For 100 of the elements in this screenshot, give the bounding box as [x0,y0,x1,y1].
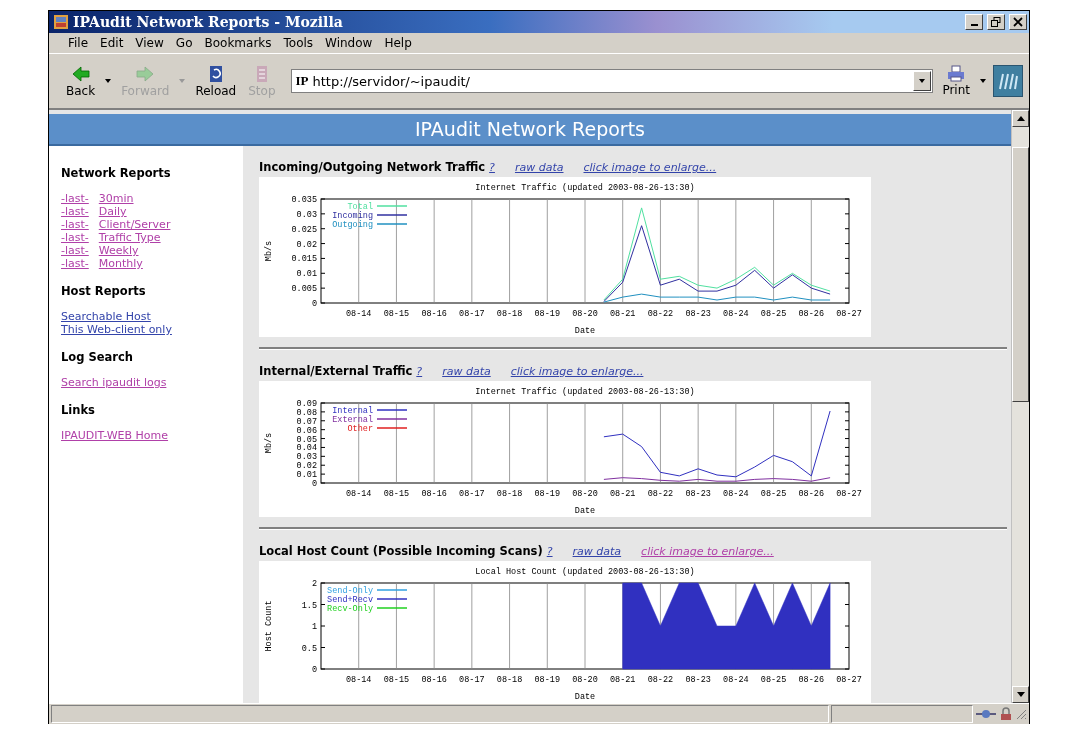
y-tick-label: 0.035 [291,195,317,205]
y-tick-label: 0 [311,665,317,675]
sidebar-link[interactable]: Traffic Type [98,231,161,244]
y-tick-label: 0.5 [301,643,317,654]
x-tick-label: 08-22 [647,309,674,319]
address-field[interactable]: IP http://servidor/~ipaudit/ [290,69,934,93]
sidebar-link[interactable]: Client/Server [98,218,171,231]
sidebar-link[interactable]: Search ipaudit logs [61,376,167,389]
y-tick-label: 0.06 [296,425,317,436]
help-link[interactable]: ? [546,545,553,558]
printer-icon [946,65,967,83]
last-link[interactable]: -last- [61,218,89,231]
y-tick-label: 0 [311,479,317,489]
section-link[interactable]: raw data [514,161,564,174]
scrollbar-thumb[interactable] [1012,147,1029,402]
y-tick-label: 1.5 [301,600,317,611]
sidebar-link[interactable]: This Web-client only [61,323,172,336]
x-tick-label: 08-21 [609,675,636,685]
minimize-button[interactable] [965,14,983,30]
throbber-logo[interactable] [993,65,1023,97]
x-tick-label: 08-17 [459,489,485,499]
y-tick-label: 0.09 [296,399,317,409]
x-tick-label: 08-23 [685,489,711,499]
x-tick-label: 08-15 [383,309,410,319]
close-button[interactable] [1009,14,1027,30]
last-link[interactable]: -last- [61,231,89,244]
menu-item[interactable]: Help [379,36,417,50]
x-tick-label: 08-24 [723,309,749,319]
restore-button[interactable] [987,14,1005,30]
sidebar-heading: Host Reports [61,284,147,298]
y-tick-label: 0.04 [296,443,317,454]
section-link[interactable]: click image to enlarge... [641,545,774,558]
resize-grip-icon[interactable] [1015,708,1027,720]
app-icon [53,14,69,30]
x-tick-label: 08-14 [345,489,372,499]
sidebar-heading: Links [61,403,96,417]
dropdown-icon[interactable] [104,78,113,84]
x-tick-label: 08-27 [836,675,862,685]
x-tick-label: 08-22 [647,489,674,499]
print-button[interactable]: Print [939,63,973,99]
x-tick-label: 08-18 [496,489,523,499]
scroll-up-button[interactable] [1012,110,1029,127]
section-link[interactable]: raw data [572,545,622,558]
last-link[interactable]: -last- [61,244,89,257]
legend-label: Other [347,424,373,434]
section-link[interactable]: click image to enlarge... [510,365,644,378]
sidebar-link[interactable]: 30min [98,192,134,205]
chart[interactable]: Local Host Count (updated 2003-08-26-13:30) 08-14 08-15 08-16 08-17 08-18 08-19 08-20 08-21 08-22 08-23 08-24 08-25 08-26 08-27 0 0.5 1 1.5 2 Date Host Count Send-Only Send+Recv Recv-Only [259,561,871,703]
section-link[interactable]: click image to enlarge... [583,161,717,174]
legend-label: Recv-Only [327,604,373,614]
section-title: Local Host Count (Possible Incoming Scans) [259,544,543,558]
x-tick-label: 08-16 [421,675,447,685]
sidebar-link[interactable]: Searchable Host [61,310,151,323]
y-tick-label: 0.03 [296,209,317,220]
y-tick-label: 0.08 [296,407,317,418]
x-tick-label: 08-18 [496,309,523,319]
y-tick-label: 0.07 [296,416,317,427]
menu-item[interactable]: Edit [95,36,129,50]
x-tick-label: 08-16 [421,489,447,499]
sidebar-link[interactable]: Daily [98,205,127,218]
menu-item[interactable]: View [130,36,169,50]
address-dropdown-button[interactable] [913,71,932,91]
help-link[interactable]: ? [416,365,423,378]
minimize-icon [970,24,978,26]
last-link[interactable]: -last- [61,257,89,270]
scrollbar[interactable] [1011,110,1029,703]
reload-button[interactable]: Reload [192,62,240,100]
y-tick-label: 0.02 [296,239,317,250]
sidebar-link[interactable]: IPAUDIT-WEB Home [61,429,169,442]
x-tick-label: 08-17 [459,309,485,319]
lock-icon [999,707,1013,721]
chart[interactable] [259,381,871,517]
close-icon [1013,17,1023,27]
help-link[interactable]: ? [489,161,495,174]
sidebar-link[interactable]: Weekly [98,244,139,257]
y-tick-label: 0.025 [291,224,317,235]
y-tick-label: 0.01 [296,269,317,280]
menu-item[interactable]: Bookmarks [199,36,277,50]
x-tick-label: 08-26 [798,489,825,499]
last-link[interactable]: -last- [61,205,89,218]
scroll-down-button[interactable] [1012,686,1029,703]
x-tick-label: 08-15 [383,675,410,685]
menu-item[interactable]: Go [170,36,198,50]
legend-label: Total [347,202,373,212]
chart[interactable] [259,177,871,337]
dropdown-icon[interactable] [979,78,987,84]
back-button[interactable]: Back [63,62,99,100]
legend-label: Incoming [332,211,373,221]
section-link[interactable]: raw data [442,365,491,378]
x-tick-label: 08-20 [572,489,598,499]
legend-label: Send+Recv [327,595,373,605]
sidebar-link[interactable]: Monthly [98,257,143,270]
menu-item[interactable]: File [63,36,94,50]
x-tick-label: 08-19 [534,489,561,499]
last-link[interactable]: -last- [61,192,89,205]
section-title: Incoming/Outgoing Network Traffic [259,160,486,174]
x-tick-label: 08-14 [345,675,372,685]
menu-item[interactable]: Tools [278,36,319,50]
x-tick-label: 08-21 [609,309,636,319]
menu-item[interactable]: Window [320,36,378,50]
